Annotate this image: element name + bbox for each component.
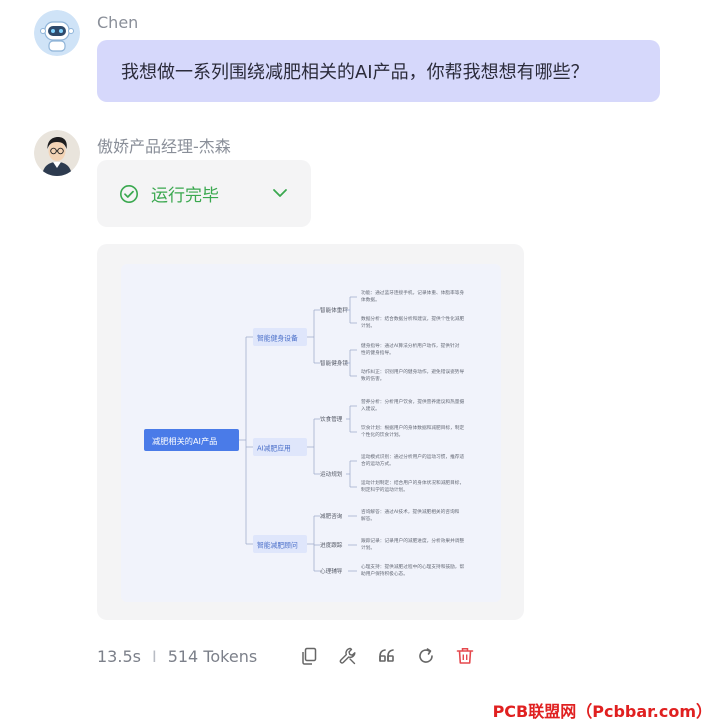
mindmap-child-label: 进度跟踪 [320, 541, 343, 549]
mindmap-canvas: 减肥相关的AI产品 智能健身设备 智能体重秤 功能：通过蓝牙连接手机，记录体重、体脂率… [144, 289, 464, 577]
mindmap-leaf-text: 合的运动方式。 [361, 460, 394, 467]
mindmap-leaf-text: 性的健身指导。 [361, 349, 394, 356]
chevron-down-icon[interactable] [271, 184, 289, 202]
mindmap-child-label: 减肥咨询 [320, 512, 343, 520]
mindmap-leaf-text: 计划。 [361, 544, 375, 551]
mindmap-leaf-text: 运动计划制定：结合用户的身体状况和减肥目标， [361, 479, 464, 486]
delete-button[interactable] [454, 645, 476, 667]
message-actions [298, 645, 493, 667]
token-count: 514 Tokens [167, 646, 258, 666]
mindmap-leaf-text: 数据分析：结合数据分析和建议，提供个性化减肥 [361, 315, 464, 322]
copy-icon [302, 647, 317, 665]
mindmap-child-label: 智能健身镜 [320, 359, 348, 367]
mindmap-leaf-text: 咨询解答：通过AI技术，提供减肥相关的咨询和 [361, 508, 460, 515]
watermark: PCB联盟网（Pcbbar.com） [492, 702, 712, 721]
assistant-avatar[interactable] [34, 130, 80, 176]
refresh-icon [419, 648, 433, 663]
quote-button[interactable] [376, 645, 398, 667]
assistant-name: 傲娇产品经理-杰森 [97, 137, 231, 156]
run-status-label: 运行完毕 [151, 186, 219, 206]
mindmap-leaf-text: 制定科学的运动计划。 [361, 486, 408, 493]
check-circle-icon [120, 184, 138, 203]
mindmap-leaf-text: 跟踪记录：记录用户的减肥进度，分析效果并调整 [361, 537, 464, 544]
mindmap-branch-label: 智能减肥顾问 [257, 541, 298, 550]
mindmap-leaf-text: 致的伤害。 [361, 375, 384, 382]
person-avatar-icon [34, 130, 80, 176]
quote-icon [379, 649, 394, 662]
mindmap-leaf-text: 计划。 [361, 322, 375, 329]
mindmap-leaf-text: 健身指导：通过AI算法分析用户动作，提供针对 [361, 342, 460, 349]
trash-icon [456, 648, 474, 664]
robot-avatar-icon [34, 10, 80, 56]
mindmap-child-label: 饮食管理 [320, 415, 343, 423]
mindmap-branch-label: AI减肥应用 [257, 444, 291, 453]
mindmap-leaf-text: 个性化的饮食计划。 [361, 431, 403, 438]
user-avatar[interactable] [34, 10, 80, 56]
user-message-bubble: 我想做一系列围绕减肥相关的AI产品，你帮我想想有哪些？ [97, 40, 660, 102]
mindmap-branch-label: 智能健身设备 [257, 334, 298, 343]
mindmap-leaf-text: 入建议。 [361, 405, 380, 412]
mindmap: 减肥相关的AI产品 智能健身设备 智能体重秤 功能：通过蓝牙连接手机，记录体重、体脂率… [121, 264, 501, 602]
run-status-card[interactable]: 运行完毕 [97, 160, 311, 227]
mindmap-leaf-text: 动作纠正：识别用户的健身动作，避免错误姿势导 [361, 368, 464, 375]
mindmap-leaf-text: 解答。 [361, 515, 375, 522]
mindmap-child-label: 心理辅导 [320, 567, 343, 575]
mindmap-leaf-text: 心理支持：提供减肥过程中的心理支持和鼓励，帮 [361, 563, 464, 570]
mindmap-leaf-text: 运动模式识别：通过分析用户的运动习惯，推荐适 [361, 453, 464, 460]
mindmap-leaf-text: 饮食计划：根据用户的身体数据和减肥目标，制定 [361, 424, 464, 431]
mindmap-image-card[interactable]: 减肥相关的AI产品 智能健身设备 智能体重秤 功能：通过蓝牙连接手机，记录体重、体脂率… [97, 244, 524, 620]
user-message-text: 我想做一系列围绕减肥相关的AI产品，你帮我想想有哪些？ [121, 62, 589, 83]
user-name: Chen [97, 13, 139, 32]
mindmap-leaf-text: 营养分析：分析用户饮食，提供营养建议和热量摄 [361, 398, 464, 405]
message-stats: 13.5s I 514 Tokens [97, 645, 257, 667]
mindmap-leaf-text: 体数据。 [361, 296, 380, 303]
mindmap-root-label: 减肥相关的AI产品 [152, 436, 217, 446]
mindmap-child-label: 智能体重秤 [320, 306, 348, 314]
tools-button[interactable] [337, 645, 359, 667]
mindmap-child-label: 运动规划 [320, 470, 343, 478]
elapsed-time: 13.5s [97, 646, 141, 666]
mindmap-leaf-text: 功能：通过蓝牙连接手机，记录体重、体脂率等身 [361, 289, 464, 296]
copy-button[interactable] [298, 645, 320, 667]
mindmap-leaf-text: 助用户保持积极心态。 [361, 570, 408, 577]
stats-separator: I [151, 646, 157, 666]
wrench-icon [339, 647, 356, 665]
regenerate-button[interactable] [415, 645, 437, 667]
